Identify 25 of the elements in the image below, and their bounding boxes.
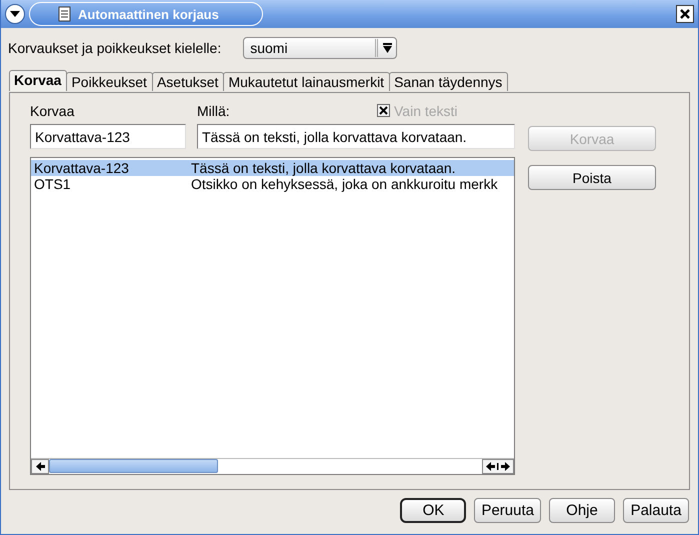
language-label: Korvaukset ja poikkeukset kielelle: [8,40,222,56]
side-button[interactable]: Poista [528,165,656,190]
dialog-button[interactable]: Ohje [549,498,615,523]
replace-field[interactable]: Korvattava-123 [30,124,186,149]
window-title: Automaattinen korjaus [78,6,219,22]
list-row[interactable]: Korvattava-123 Tässä on teksti, jolla korvattava korvataan. [31,160,514,176]
close-icon[interactable] [676,5,694,23]
menu-icon[interactable] [5,4,25,24]
left-arrow-icon[interactable] [36,462,44,471]
tab[interactable]: Sanan täydennys [389,72,508,91]
language-dropdown[interactable]: suomi [243,37,398,59]
text-only-label: Vain teksti [394,102,458,118]
scrollbar-thumb[interactable] [49,459,218,473]
tab[interactable]: Korvaa [9,70,68,91]
replace-label: Korvaa [30,102,74,118]
dialog-button[interactable]: OK [400,498,466,523]
dialog-button[interactable]: Peruuta [474,498,541,523]
dropdown-arrow-icon [382,43,392,53]
document-icon [58,6,72,22]
left-right-arrows-icon[interactable] [486,462,510,471]
with-field[interactable]: Tässä on teksti, jolla korvattava korvataan. [197,124,515,149]
with-label: Millä: [197,102,230,118]
dialog-button[interactable]: Palauta [623,498,689,523]
list-row[interactable]: OTS1 Otsikko on kehyksessä, joka on ankkuroitu merkk [31,176,514,192]
horizontal-scrollbar[interactable] [31,458,514,474]
